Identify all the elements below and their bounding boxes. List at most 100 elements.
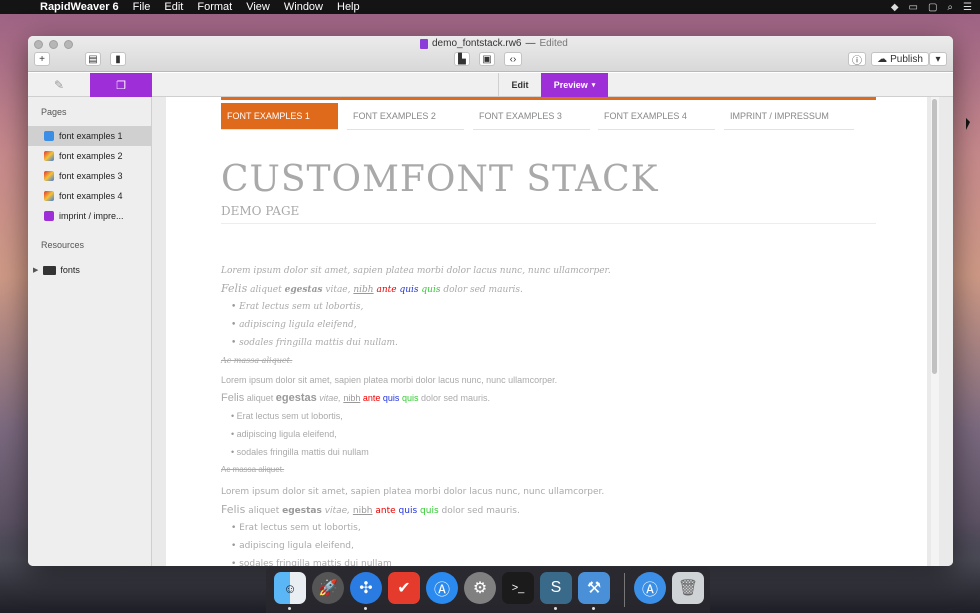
media-icon[interactable]: ▣ (479, 52, 495, 66)
disclosure-triangle-icon[interactable]: ▶ (33, 266, 38, 274)
nav-font-examples-2[interactable]: FONT EXAMPLES 2 (347, 103, 464, 130)
title-bar: demo_fontstack.rw6 — Edited + ▤ ▮ ▙ ▣ ‹›… (28, 36, 953, 72)
paragraph: Lorem ipsum dolor sit amet, sapien plate… (221, 266, 611, 276)
styled-text-page-icon (44, 191, 54, 201)
font-sample-fancy: Lorem ipsum dolor sit amet, sapien plate… (221, 262, 821, 370)
menu-view[interactable]: View (246, 1, 270, 13)
info-icon[interactable]: ⓘ (848, 52, 866, 67)
app-store-icon[interactable]: Ⓐ (426, 572, 458, 604)
text-egestas: egestas (284, 285, 323, 295)
text-vitae: vitae, (319, 393, 341, 403)
theme-icon[interactable]: ▙ (454, 52, 470, 66)
duplicate-icon[interactable]: ▮ (110, 52, 126, 66)
window-controls (34, 40, 73, 49)
launchpad-icon[interactable]: 🚀 (312, 572, 344, 604)
text-aliquet: aliquet (246, 393, 274, 403)
text-quis-blue: quis (399, 285, 419, 295)
styled-line: Felis aliquet egestas vitae, nibh ante q… (221, 501, 821, 519)
archive-icon[interactable]: ▤ (85, 52, 101, 66)
sidebar-item-font-examples-2[interactable]: font examples 2 (28, 146, 151, 166)
nav-font-examples-3[interactable]: FONT EXAMPLES 3 (473, 103, 590, 130)
notification-center-icon[interactable]: ☰ (963, 2, 972, 13)
preview-page: FONT EXAMPLES 1 FONT EXAMPLES 2 FONT EXA… (166, 97, 927, 566)
text-aliquet: aliquet (248, 506, 280, 516)
tab-preview[interactable]: Preview ▾ (541, 73, 608, 97)
trash-icon[interactable]: 🗑 (672, 572, 704, 604)
styled-line: Felis aliquet egestas vitae, nibh ante q… (221, 389, 821, 407)
text-quis-green: quis (420, 506, 439, 516)
text-ante: ante (362, 393, 381, 403)
text-vitae: vitae, (324, 506, 350, 516)
sidebar-item-font-examples-3[interactable]: font examples 3 (28, 166, 151, 186)
sidebar-item-font-examples-4[interactable]: font examples 4 (28, 186, 151, 206)
text-felis: Felis (221, 503, 246, 516)
tab-edit[interactable]: Edit (498, 73, 541, 97)
close-button[interactable] (34, 40, 43, 49)
safari-icon[interactable]: ✣ (350, 572, 382, 604)
system-preferences-icon[interactable]: ⚙ (464, 572, 496, 604)
tab-row: ✎ ❐ Edit Preview ▾ (28, 73, 953, 97)
paragraph: Lorem ipsum dolor sit amet, sapien plate… (221, 375, 558, 385)
divider (221, 223, 876, 224)
text-felis: Felis (221, 282, 248, 295)
text-aliquet: aliquet (250, 285, 282, 295)
document-name: demo_fontstack.rw6 (432, 38, 522, 49)
zoom-button[interactable] (64, 40, 73, 49)
text-nibh[interactable]: nibh (353, 285, 373, 295)
sidebar-item-fonts[interactable]: ▶ fonts (28, 260, 151, 280)
list-item: sodales fringilla mattis dui nullam. (231, 334, 821, 352)
menu-app-name[interactable]: RapidWeaver 6 (40, 1, 119, 13)
text-felis: Felis (221, 392, 245, 404)
text-tail: dolor sed mauris. (443, 285, 523, 295)
mouse-cursor-icon (966, 118, 970, 130)
sidebar-item-label: font examples 1 (59, 131, 123, 141)
sketch-icon[interactable]: S (540, 572, 572, 604)
list-item: Erat lectus sem ut lobortis, (231, 298, 821, 316)
downloads-icon[interactable]: Ⓐ (634, 572, 666, 604)
text-nibh[interactable]: nibh (353, 506, 373, 516)
menu-window[interactable]: Window (284, 1, 323, 13)
sidebar-item-font-examples-1[interactable]: font examples 1 (28, 126, 151, 146)
publish-menu-button[interactable]: ▾ (929, 52, 947, 66)
text-nibh[interactable]: nibh (343, 393, 360, 403)
code-icon[interactable]: ‹› (504, 52, 522, 66)
nav-font-examples-4[interactable]: FONT EXAMPLES 4 (598, 103, 715, 130)
preview-area: FONT EXAMPLES 1 FONT EXAMPLES 2 FONT EXA… (152, 97, 953, 566)
pages-tab[interactable]: ❐ (90, 73, 152, 97)
menu-file[interactable]: File (133, 1, 151, 13)
styled-text-page-icon (44, 151, 54, 161)
menu-edit[interactable]: Edit (164, 1, 183, 13)
nav-font-examples-1[interactable]: FONT EXAMPLES 1 (221, 103, 338, 130)
display-icon[interactable]: ▢ (928, 2, 937, 13)
text-egestas: egestas (282, 506, 322, 516)
page-subtitle: DEMO PAGE (221, 204, 300, 218)
edited-status[interactable]: Edited (540, 38, 568, 49)
bullet-list: Erat lectus sem ut lobortis, adipiscing … (221, 407, 821, 461)
dropbox-icon[interactable]: ◆ (891, 2, 899, 13)
sidebar-item-imprint[interactable]: imprint / impre... (28, 206, 151, 226)
settings-tab[interactable]: ✎ (28, 73, 90, 97)
xcode-icon[interactable]: ⚒ (578, 572, 610, 604)
bullet-list: Erat lectus sem ut lobortis, adipiscing … (221, 519, 821, 566)
running-indicator (554, 607, 557, 610)
menu-format[interactable]: Format (197, 1, 232, 13)
finder-icon[interactable]: ☺ (274, 572, 306, 604)
scrollbar-thumb[interactable] (932, 99, 937, 374)
nav-imprint[interactable]: IMPRINT / IMPRESSUM (724, 103, 854, 130)
preview-label: Preview (553, 80, 588, 90)
text-ante: ante (375, 506, 396, 516)
wunderlist-icon[interactable]: ✔ (388, 572, 420, 604)
terminal-icon[interactable]: >_ (502, 572, 534, 604)
dock-separator (624, 573, 625, 607)
spotlight-icon[interactable]: ⌕ (947, 2, 953, 13)
publish-button[interactable]: ☁ Publish (871, 52, 929, 66)
paragraph: Lorem ipsum dolor sit amet, sapien plate… (221, 487, 605, 497)
minimize-button[interactable] (49, 40, 58, 49)
running-indicator (364, 607, 367, 610)
add-page-button[interactable]: + (34, 52, 50, 66)
text-tail: dolor sed mauris. (441, 506, 520, 516)
vertical-scrollbar[interactable] (931, 97, 939, 566)
menu-help[interactable]: Help (337, 1, 360, 13)
chevron-down-icon: ▾ (591, 82, 596, 89)
airplay-icon[interactable]: ▭ (909, 2, 918, 13)
